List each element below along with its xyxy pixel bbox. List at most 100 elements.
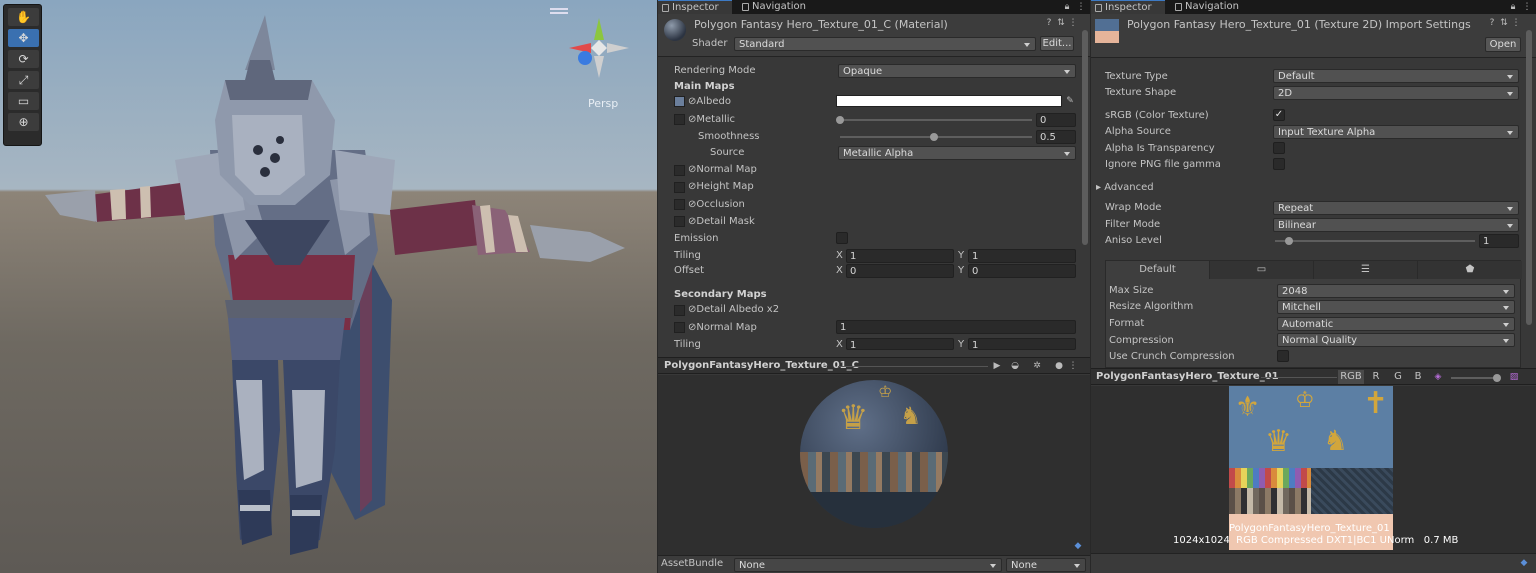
alpha-is-transparency-checkbox[interactable] — [1273, 142, 1285, 154]
more-menu-icon[interactable]: ⋮ — [1076, 2, 1086, 12]
eyedropper-icon[interactable]: ✎ — [1065, 96, 1075, 106]
label-tag-icon[interactable]: ◆ — [1519, 558, 1529, 568]
smoothness-value-field[interactable]: 0.5 — [1036, 130, 1076, 144]
platform-tab-server[interactable]: ☰ — [1314, 261, 1418, 279]
rotate-tool-icon[interactable]: ⟳ — [8, 50, 39, 68]
aniso-value-field[interactable]: 1 — [1479, 234, 1519, 248]
offset-x-field[interactable]: 0 — [846, 264, 954, 278]
tab-navigation[interactable]: Navigation — [1171, 0, 1251, 14]
offset-y-field[interactable]: 0 — [968, 264, 1076, 278]
secondary-tiling-y-label: Y — [958, 339, 965, 350]
wrap-mode-dropdown[interactable]: Repeat — [1273, 201, 1519, 215]
secondary-normal-map-slot[interactable] — [674, 322, 685, 333]
compression-dropdown[interactable]: Normal Quality — [1277, 333, 1515, 347]
material-header: Polygon Fantasy Hero_Texture_01_C (Mater… — [658, 14, 1090, 57]
metallic-slider-knob[interactable] — [836, 116, 844, 124]
label-tag-icon[interactable]: ◆ — [1073, 541, 1083, 551]
tab-navigation[interactable]: Navigation — [738, 0, 818, 14]
aniso-slider-knob[interactable] — [1285, 237, 1293, 245]
play-icon[interactable]: ▶ — [992, 361, 1002, 371]
preview-mesh-icon[interactable]: ◒ — [1010, 361, 1020, 371]
metallic-slider-track[interactable] — [840, 119, 1032, 121]
resize-algorithm-dropdown[interactable]: Mitchell — [1277, 300, 1515, 314]
open-button[interactable]: Open — [1485, 37, 1521, 52]
more-icon[interactable]: ⋮ — [1068, 361, 1078, 371]
platform-tab-android[interactable]: ⬟ — [1418, 261, 1522, 279]
emission-checkbox[interactable] — [836, 232, 848, 244]
scale-tool-icon[interactable]: ⤢ — [8, 71, 39, 89]
light-icon[interactable]: ✲ — [1032, 361, 1042, 371]
texture-shape-dropdown[interactable]: 2D — [1273, 86, 1519, 100]
edit-shader-button[interactable]: Edit... — [1040, 36, 1074, 51]
mip-slider-track[interactable] — [1451, 377, 1497, 379]
max-size-dropdown[interactable]: 2048 — [1277, 284, 1515, 298]
filter-mode-dropdown[interactable]: Bilinear — [1273, 218, 1519, 232]
srgb-checkbox[interactable]: ✓ — [1273, 109, 1285, 121]
hand-tool-icon[interactable]: ✋ — [8, 8, 39, 26]
platform-tab-default[interactable]: Default — [1106, 261, 1210, 279]
tiling-y-field[interactable]: 1 — [968, 249, 1076, 263]
tab-label: Inspector — [672, 2, 719, 13]
texture-preview-area[interactable]: ⚜ ♔ ✝ ♛ ♞ PolygonFantasyHero_Texture_01 … — [1091, 386, 1536, 556]
tab-inspector[interactable]: Inspector — [658, 0, 732, 14]
channel-rgb-button[interactable]: RGB — [1338, 370, 1364, 384]
occlusion-slot[interactable] — [674, 199, 685, 210]
advanced-foldout[interactable]: ▸ Advanced — [1096, 180, 1154, 195]
more-menu-icon[interactable]: ⋮ — [1522, 2, 1532, 12]
assetbundle-variant-dropdown[interactable]: None — [1006, 558, 1086, 572]
max-size-label: Max Size — [1109, 285, 1154, 296]
format-dropdown[interactable]: Automatic — [1277, 317, 1515, 331]
ignore-png-gamma-checkbox[interactable] — [1273, 158, 1285, 170]
move-tool-icon[interactable]: ✥ — [8, 29, 39, 47]
projection-label[interactable]: Persp — [588, 97, 618, 110]
mipmap-icon[interactable]: ▨ — [1509, 372, 1519, 382]
channel-g-button[interactable]: G — [1391, 370, 1405, 384]
detail-albedo-slot[interactable] — [674, 305, 685, 316]
mip-slider-knob[interactable] — [1493, 374, 1501, 382]
texture-type-dropdown[interactable]: Default — [1273, 69, 1519, 83]
detail-mask-slot[interactable] — [674, 216, 685, 227]
channel-r-button[interactable]: R — [1369, 370, 1383, 384]
secondary-tiling-x-field[interactable]: 1 — [846, 338, 954, 351]
alpha-channel-icon[interactable]: ◈ — [1433, 372, 1443, 382]
alpha-source-dropdown[interactable]: Input Texture Alpha — [1273, 125, 1519, 139]
android-icon: ⬟ — [1465, 264, 1475, 275]
preset-icon[interactable]: ⇅ — [1056, 18, 1066, 28]
context-menu-icon[interactable]: ⋮ — [1511, 18, 1521, 28]
rect-tool-icon[interactable]: ▭ — [8, 92, 39, 110]
preset-icon[interactable]: ⇅ — [1499, 18, 1509, 28]
rendering-mode-dropdown[interactable]: Opaque — [838, 64, 1076, 78]
metallic-value-field[interactable]: 0 — [1036, 113, 1076, 127]
normal-map-slot[interactable] — [674, 165, 685, 176]
platform-tab-standalone[interactable]: ▭ — [1210, 261, 1314, 279]
smoothness-slider-knob[interactable] — [930, 133, 938, 141]
sphere-mesh-icon[interactable]: ● — [1054, 361, 1064, 371]
scene-view[interactable]: ✋ ✥ ⟳ ⤢ ▭ ⊕ Persp — [0, 0, 657, 573]
tiling-x-field[interactable]: 1 — [846, 249, 954, 263]
height-map-slot[interactable] — [674, 182, 685, 193]
lock-icon[interactable]: 🔒︎ — [1062, 2, 1072, 12]
transform-tool-icon[interactable]: ⊕ — [8, 113, 39, 131]
inspector-scrollbar[interactable] — [1082, 30, 1088, 245]
inspector-scrollbar[interactable] — [1526, 30, 1532, 325]
help-icon[interactable]: ? — [1044, 18, 1054, 28]
albedo-texture-slot[interactable] — [674, 96, 685, 107]
secondary-tiling-y-field[interactable]: 1 — [968, 338, 1076, 351]
tab-inspector[interactable]: Inspector — [1091, 0, 1165, 14]
character-model[interactable] — [0, 0, 657, 573]
crunch-compression-checkbox[interactable] — [1277, 350, 1289, 362]
metallic-texture-slot[interactable] — [674, 114, 685, 125]
aniso-slider-track[interactable] — [1275, 240, 1475, 242]
orientation-gizmo[interactable] — [565, 14, 633, 82]
help-icon[interactable]: ? — [1487, 18, 1497, 28]
secondary-normal-scale-field[interactable]: 1 — [836, 320, 1076, 334]
source-dropdown[interactable]: Metallic Alpha — [838, 146, 1076, 160]
assetbundle-dropdown[interactable]: None — [734, 558, 1002, 572]
channel-b-button[interactable]: B — [1411, 370, 1425, 384]
context-menu-icon[interactable]: ⋮ — [1068, 18, 1078, 28]
albedo-color-field[interactable] — [836, 95, 1062, 107]
lock-icon[interactable]: 🔒︎ — [1508, 2, 1518, 12]
material-preview-area[interactable]: ♛ ♞ ♔ ◆ — [658, 375, 1090, 555]
crown-icon: ♔ — [1295, 388, 1315, 413]
shader-dropdown[interactable]: Standard — [734, 37, 1036, 51]
